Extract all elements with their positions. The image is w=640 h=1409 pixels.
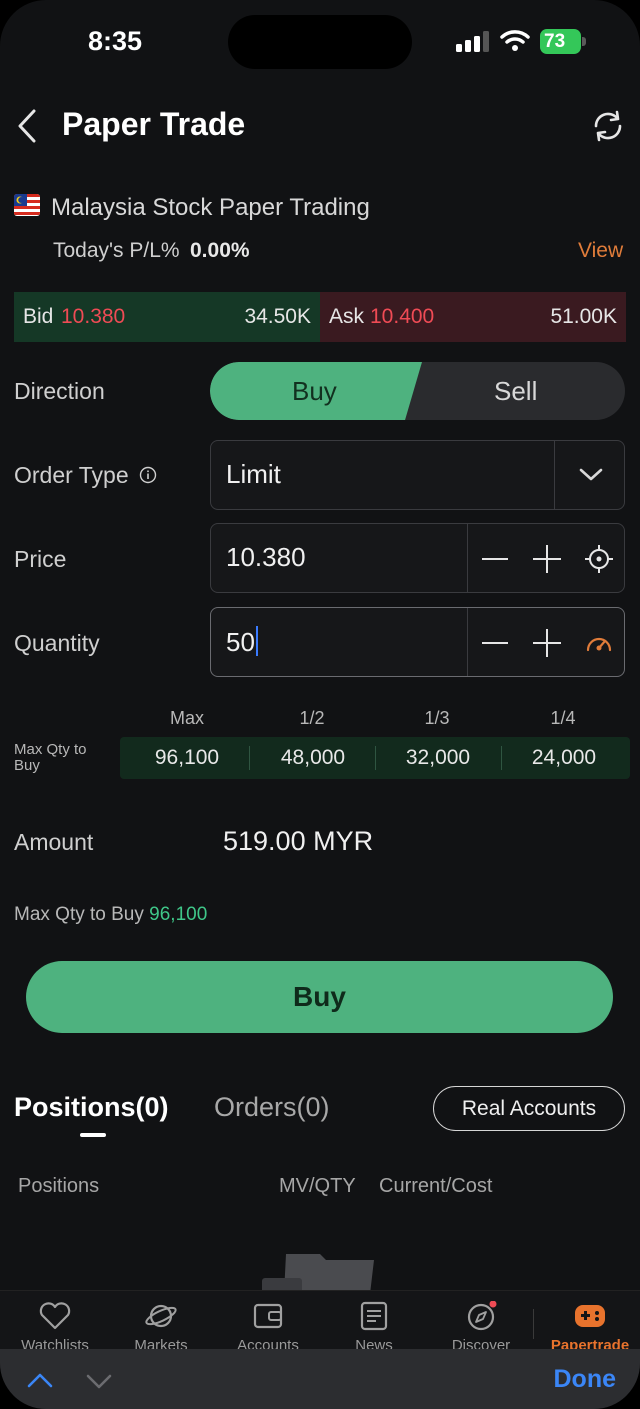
- direction-label: Direction: [14, 378, 105, 404]
- active-tab-indicator: [80, 1133, 106, 1137]
- tab-orders[interactable]: Orders(0): [214, 1092, 330, 1123]
- direction-toggle: Buy Sell: [210, 362, 625, 420]
- order-type-label: Order Type: [14, 462, 157, 489]
- price-field: 10.380: [210, 523, 625, 593]
- price-minus-icon[interactable]: [481, 546, 509, 572]
- account-name: Malaysia Stock Paper Trading: [51, 194, 370, 221]
- info-icon[interactable]: [139, 466, 157, 484]
- real-accounts-label: Real Accounts: [461, 1097, 597, 1120]
- amount-label: Amount: [14, 829, 94, 855]
- page-title: Paper Trade: [62, 106, 246, 142]
- wifi-icon: [500, 30, 530, 51]
- done-button[interactable]: Done: [554, 1365, 617, 1394]
- col-positions: Positions: [18, 1175, 100, 1197]
- status-time: 8:35: [88, 26, 143, 56]
- quantity-label: Quantity: [14, 630, 100, 656]
- view-link[interactable]: View: [578, 239, 623, 263]
- col-mv-qty: MV/QTY: [279, 1175, 356, 1197]
- buy-button-label: Buy: [293, 981, 346, 1012]
- qty-col-quarter: 1/4: [550, 708, 576, 728]
- quantity-field: 50: [210, 607, 625, 677]
- nav-accounts[interactable]: Accounts: [218, 1291, 318, 1354]
- quantity-plus-icon[interactable]: [532, 628, 562, 658]
- tab-positions[interactable]: Positions(0): [14, 1092, 169, 1123]
- pl-label: Today's P/L%: [53, 239, 180, 262]
- chevron-down-icon: [579, 468, 603, 481]
- quantity-value: 50: [226, 627, 255, 657]
- bid-label: Bid: [23, 305, 54, 328]
- ask-bar[interactable]: Ask 10.400 51.00K: [320, 292, 626, 342]
- buy-option-label: Buy: [292, 376, 337, 406]
- heart-icon: [39, 1302, 71, 1330]
- wallet-icon: [253, 1303, 283, 1329]
- ask-size: 51.00K: [550, 305, 617, 328]
- price-plus-icon[interactable]: [532, 544, 562, 574]
- bid-size: 34.50K: [244, 305, 311, 328]
- qty-quarter-value[interactable]: 24,000: [501, 746, 627, 770]
- keyboard-accessory-bar: Done: [0, 1349, 640, 1409]
- quantity-minus-icon[interactable]: [481, 630, 509, 656]
- col-current-cost: Current/Cost: [379, 1175, 493, 1197]
- max-qty-line: Max Qty to Buy 96,100: [14, 904, 207, 926]
- price-label: Price: [14, 546, 67, 572]
- gamepad-icon: [575, 1305, 605, 1327]
- malaysia-flag-icon: [14, 194, 40, 216]
- bid-price: 10.380: [61, 305, 126, 328]
- real-accounts-button[interactable]: Real Accounts: [433, 1086, 625, 1131]
- order-type-text: Order Type: [14, 462, 129, 488]
- cellular-signal-icon: [456, 31, 489, 52]
- compass-icon: [467, 1301, 497, 1331]
- screen: 8:35 73 Paper Trade Malaysia Stock Paper: [0, 0, 640, 1409]
- battery-level: 73: [540, 29, 581, 54]
- max-qty-line-label: Max Qty to Buy: [14, 904, 144, 925]
- crosshair-icon[interactable]: [585, 545, 613, 573]
- qty-col-max: Max: [169, 708, 204, 728]
- ask-label: Ask: [329, 305, 365, 328]
- nav-watchlists[interactable]: Watchlists: [5, 1291, 105, 1354]
- quantity-input[interactable]: 50: [226, 626, 258, 658]
- sell-option-label: Sell: [494, 376, 538, 406]
- order-type-select[interactable]: Limit: [210, 440, 625, 510]
- nav-news[interactable]: News: [324, 1291, 424, 1354]
- battery-icon: 73: [540, 29, 586, 54]
- qty-third-value[interactable]: 32,000: [375, 746, 501, 770]
- max-qty-line-value: 96,100: [149, 904, 208, 925]
- empty-folder-icon: [262, 1254, 374, 1294]
- price-input[interactable]: 10.380: [226, 542, 306, 573]
- qty-half-value[interactable]: 48,000: [250, 746, 376, 770]
- nav-divider: [533, 1309, 534, 1339]
- text-caret: [255, 626, 258, 656]
- chevron-up-icon[interactable]: [26, 1371, 54, 1389]
- amount-value: 519.00 MYR: [223, 826, 374, 856]
- news-icon: [360, 1301, 388, 1331]
- nav-discover[interactable]: Discover: [431, 1291, 531, 1354]
- buy-direction-option[interactable]: Buy: [210, 362, 422, 420]
- qty-max-value[interactable]: 96,100: [124, 746, 250, 770]
- chevron-down-icon[interactable]: [85, 1373, 113, 1391]
- planet-icon: [145, 1304, 177, 1328]
- bottom-nav: Watchlists Markets Accounts News Discove…: [0, 1290, 640, 1354]
- nav-markets[interactable]: Markets: [111, 1291, 211, 1354]
- sell-direction-option[interactable]: Sell: [422, 362, 625, 420]
- bid-bar[interactable]: Bid 10.380 34.50K: [14, 292, 320, 342]
- order-type-value: Limit: [226, 459, 281, 489]
- dynamic-island: [228, 15, 412, 69]
- pl-value: 0.00%: [190, 239, 250, 262]
- qty-col-third: 1/3: [424, 708, 450, 728]
- quick-qty-strip: 96,100 48,000 32,000 24,000: [120, 737, 630, 779]
- max-qty-label: Max Qty to Buy: [14, 741, 87, 774]
- nav-papertrade[interactable]: Papertrade: [540, 1291, 640, 1354]
- gauge-icon[interactable]: [584, 630, 614, 656]
- ask-price: 10.400: [370, 305, 435, 328]
- back-chevron-icon[interactable]: [14, 106, 40, 146]
- refresh-icon[interactable]: [590, 108, 626, 144]
- buy-button[interactable]: Buy: [26, 961, 613, 1033]
- qty-col-half: 1/2: [299, 708, 325, 728]
